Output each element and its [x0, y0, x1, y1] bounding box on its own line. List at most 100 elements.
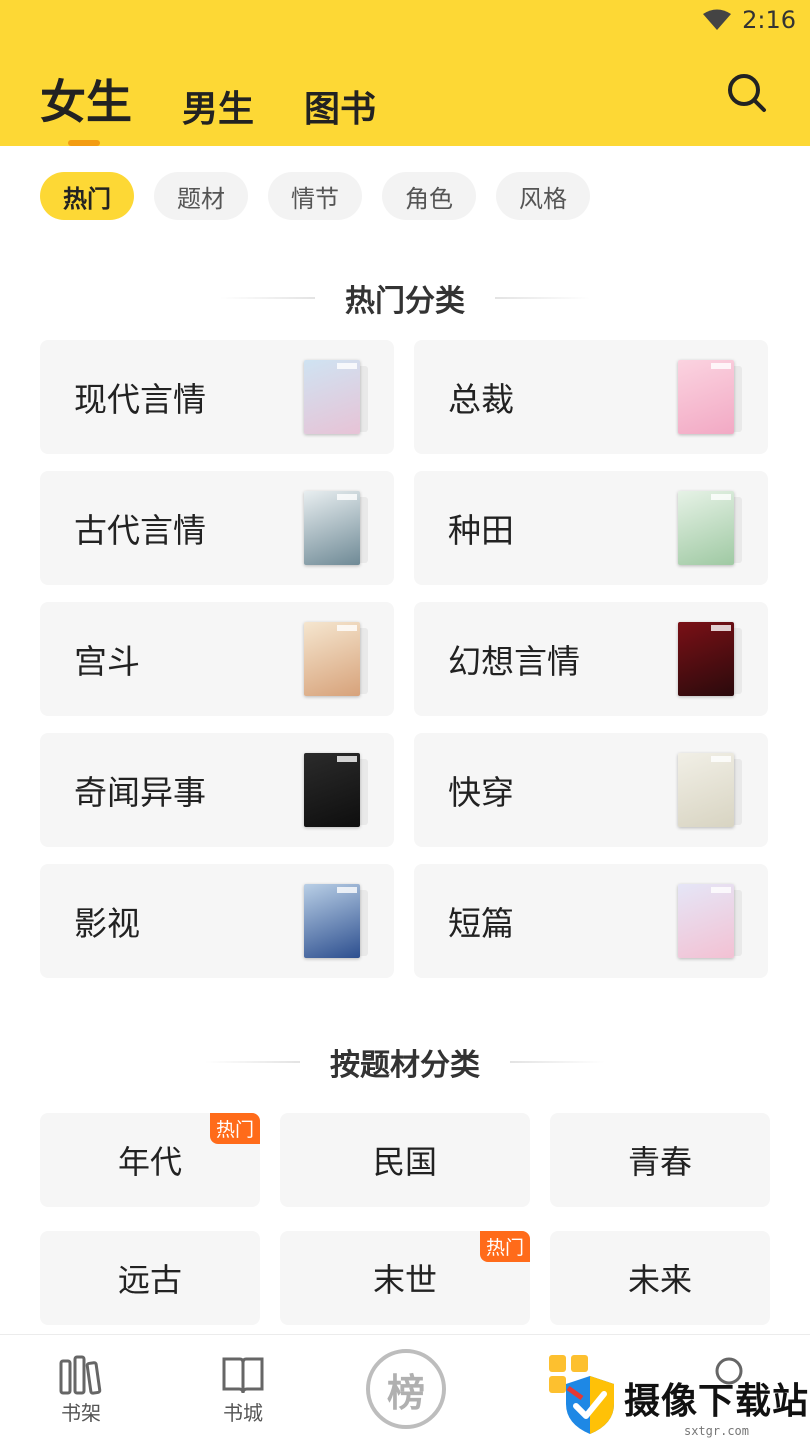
book-cover-stack: [678, 753, 742, 829]
divider: [205, 1061, 300, 1063]
nav-bookshelf[interactable]: 书架: [36, 1353, 126, 1426]
divider: [220, 297, 315, 299]
hot-category-card[interactable]: 短篇: [414, 864, 768, 978]
book-cover-image: [304, 360, 360, 434]
nav-bookstore-label: 书城: [223, 1401, 263, 1425]
hot-category-card[interactable]: 古代言情: [40, 471, 394, 585]
book-cover-image: [304, 884, 360, 958]
hot-category-label: 奇闻异事: [74, 773, 206, 812]
hot-category-card[interactable]: 宫斗: [40, 602, 394, 716]
wifi-icon: [703, 9, 732, 30]
publisher-tag: [711, 887, 731, 893]
book-cover-stack: [304, 753, 368, 829]
topic-category-card[interactable]: 末世 热门: [280, 1231, 530, 1325]
hot-badge: 热门: [209, 1113, 260, 1144]
chip-plot[interactable]: 情节: [268, 172, 362, 220]
ranking-button[interactable]: 榜: [366, 1349, 446, 1429]
book-cover-image: [304, 622, 360, 696]
chip-role[interactable]: 角色: [382, 172, 476, 220]
publisher-tag: [711, 494, 731, 500]
hot-section-title-text: 热门分类: [345, 284, 465, 319]
book-cover-image: [678, 753, 734, 827]
book-cover-image: [678, 360, 734, 434]
topic-category-grid: 年代 热门 民国 青春 远古 末世 热门 未来: [40, 1113, 770, 1325]
divider: [495, 297, 590, 299]
hot-category-label: 快穿: [448, 773, 514, 812]
filter-chips: 热门 题材 情节 角色 风格: [40, 172, 590, 220]
nav-bookshelf-label: 书架: [61, 1401, 101, 1425]
chip-style[interactable]: 风格: [496, 172, 590, 220]
publisher-tag: [711, 363, 731, 369]
topic-category-label: 未来: [627, 1261, 692, 1299]
hot-category-card[interactable]: 影视: [40, 864, 394, 978]
status-time: 2:16: [742, 6, 796, 34]
hot-category-label: 现代言情: [74, 380, 206, 419]
chip-theme[interactable]: 题材: [154, 172, 248, 220]
book-cover-image: [678, 491, 734, 565]
search-icon[interactable]: [726, 72, 768, 114]
book-cover-image: [678, 622, 734, 696]
tab-books[interactable]: 图书: [304, 80, 376, 132]
publisher-tag: [337, 363, 357, 369]
watermark-domain: sxtgr.com: [683, 1424, 750, 1438]
watermark-text: 摄像下载站: [624, 1381, 810, 1422]
publisher-tag: [337, 625, 357, 631]
publisher-tag: [711, 756, 731, 762]
topic-category-card[interactable]: 未来: [550, 1231, 770, 1325]
publisher-tag: [337, 494, 357, 500]
open-book-icon: [222, 1357, 264, 1394]
topic-category-label: 民国: [372, 1143, 437, 1181]
ranking-icon: 榜: [386, 1370, 425, 1415]
hot-category-label: 种田: [448, 511, 514, 550]
book-cover-image: [304, 753, 360, 827]
status-bar: 2:16: [702, 6, 796, 34]
publisher-tag: [337, 756, 357, 762]
watermark: 摄像下载站 sxtgr.com: [562, 1372, 809, 1438]
topic-section-title: 按题材分类: [0, 1040, 810, 1084]
hot-badge: 热门: [479, 1231, 530, 1262]
topic-category-card[interactable]: 青春: [550, 1113, 770, 1207]
topic-category-label: 末世: [372, 1261, 437, 1299]
topic-category-card[interactable]: 年代 热门: [40, 1113, 260, 1207]
hot-category-label: 短篇: [448, 904, 514, 943]
hot-category-card[interactable]: 种田: [414, 471, 768, 585]
hot-section-title: 热门分类: [0, 276, 810, 320]
topic-category-label: 年代: [117, 1143, 182, 1181]
hot-category-label: 幻想言情: [448, 642, 580, 681]
book-cover-stack: [678, 884, 742, 960]
hot-category-card[interactable]: 现代言情: [40, 340, 394, 454]
nav-bookstore[interactable]: 书城: [198, 1353, 288, 1426]
hot-category-label: 古代言情: [74, 511, 206, 550]
topic-category-card[interactable]: 民国: [280, 1113, 530, 1207]
tab-male[interactable]: 男生: [182, 80, 254, 132]
book-cover-stack: [678, 360, 742, 436]
top-header: 2:16 女生 男生 图书: [0, 0, 810, 146]
bookshelf-icon: [59, 1355, 102, 1395]
hot-category-label: 总裁: [448, 380, 514, 419]
hot-category-grid: 现代言情 总裁古代言情 种田宫斗 幻想言情奇闻异事 快穿影视 短篇: [40, 340, 770, 978]
book-cover-stack: [304, 884, 368, 960]
book-cover-stack: [304, 360, 368, 436]
tab-female[interactable]: 女生: [40, 66, 132, 146]
topic-section-title-text: 按题材分类: [330, 1048, 480, 1083]
divider: [510, 1061, 605, 1063]
publisher-tag: [337, 887, 357, 893]
hot-category-label: 影视: [74, 904, 140, 943]
hot-category-card[interactable]: 幻想言情: [414, 602, 768, 716]
topic-category-label: 青春: [627, 1143, 692, 1181]
chip-hot[interactable]: 热门: [40, 172, 134, 220]
hot-category-card[interactable]: 奇闻异事: [40, 733, 394, 847]
book-cover-stack: [678, 491, 742, 567]
book-cover-image: [678, 884, 734, 958]
topic-category-card[interactable]: 远古: [40, 1231, 260, 1325]
topic-category-label: 远古: [117, 1261, 182, 1299]
hot-category-card[interactable]: 快穿: [414, 733, 768, 847]
shield-logo-icon: [566, 1376, 614, 1434]
hot-category-label: 宫斗: [74, 642, 140, 681]
book-cover-stack: [304, 622, 368, 698]
gender-tabs: 女生 男生 图书: [40, 66, 376, 146]
book-cover-image: [304, 491, 360, 565]
book-cover-stack: [678, 622, 742, 698]
hot-category-card[interactable]: 总裁: [414, 340, 768, 454]
book-cover-stack: [304, 491, 368, 567]
